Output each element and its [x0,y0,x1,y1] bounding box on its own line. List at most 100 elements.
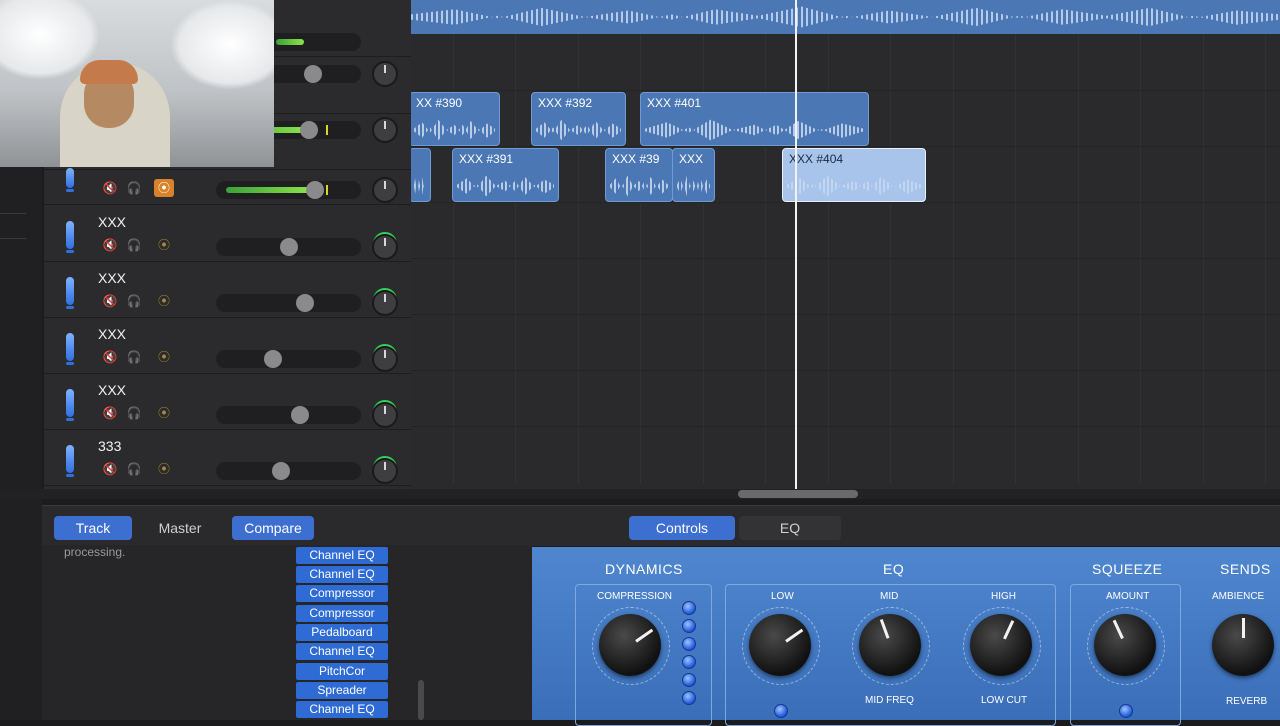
playhead[interactable] [795,0,797,489]
pan-knob[interactable] [372,402,398,428]
plugin-list-scrollbar[interactable] [418,680,424,720]
audio-region[interactable]: XXX #39 [605,148,673,202]
headphones-icon[interactable]: 🎧 [124,460,144,478]
tab-master[interactable]: Master [142,516,218,540]
eq-low-led[interactable] [774,704,788,718]
volume-slider[interactable] [216,350,361,368]
volume-slider[interactable] [216,181,361,199]
record-enable-icon[interactable]: ⦿ [154,348,174,366]
slider-thumb[interactable] [272,462,290,480]
microphone-icon [66,168,74,192]
track-header-9[interactable]: 333 🔇 🎧 ⦿ [44,429,411,486]
pan-knob[interactable] [372,346,398,372]
beanie [80,60,138,84]
record-enable-icon[interactable]: ⦿ [154,292,174,310]
plugin-slot[interactable]: Spreader [296,682,388,699]
volume-slider[interactable] [216,294,361,312]
track-name[interactable]: 333 [98,438,121,454]
light [170,0,274,90]
volume-slider[interactable] [216,462,361,480]
knob-label-low-cut: LOW CUT [981,695,1028,706]
slider-thumb[interactable] [300,121,318,139]
plugin-slot[interactable]: Channel EQ [296,566,388,583]
pan-knob[interactable] [372,458,398,484]
track-name[interactable]: XXX [98,326,126,342]
record-enable-icon[interactable]: ⦿ [154,460,174,478]
scrollbar-thumb[interactable] [738,490,858,498]
compare-button[interactable]: Compare [232,516,314,540]
track-name[interactable]: XXX [98,270,126,286]
headphones-icon[interactable]: 🎧 [124,292,144,310]
lane-divider [411,146,1280,147]
eq-mid-knob[interactable] [859,614,921,676]
tab-track[interactable]: Track [54,516,132,540]
record-enable-icon[interactable]: ⦿ [154,179,174,197]
slider-thumb[interactable] [264,350,282,368]
record-enable-icon[interactable]: ⦿ [154,404,174,422]
grid-line [890,34,891,484]
track-header-6[interactable]: XXX 🔇 🎧 ⦿ [44,261,411,318]
horizontal-scrollbar[interactable] [0,489,1280,499]
track-header-8[interactable]: XXX 🔇 🎧 ⦿ [44,373,411,430]
slider-thumb[interactable] [304,65,322,83]
tab-eq[interactable]: EQ [739,516,841,540]
tab-controls[interactable]: Controls [629,516,735,540]
grid-line [953,34,954,484]
mute-icon[interactable]: 🔇 [100,179,120,197]
tracks-timeline[interactable]: XX #390 XXX #392 XXX #401 XXX #391 XXX #… [411,0,1280,489]
track-header-7[interactable]: XXX 🔇 🎧 ⦿ [44,317,411,374]
slider-thumb[interactable] [280,238,298,256]
audio-region[interactable]: XX #390 [411,92,500,146]
plugin-slot[interactable]: Channel EQ [296,701,388,718]
headphones-icon[interactable]: 🎧 [124,348,144,366]
meter-led [682,655,696,669]
track-name[interactable]: XXX [98,214,126,230]
knob-label-high: HIGH [991,591,1016,602]
knob-label-reverb: REVERB [1226,696,1268,707]
pan-knob[interactable] [372,61,398,87]
mute-icon[interactable]: 🔇 [100,292,120,310]
plugin-slot[interactable]: Compressor [296,585,388,602]
slider-thumb[interactable] [291,406,309,424]
slider-thumb[interactable] [296,294,314,312]
eq-high-knob[interactable] [970,614,1032,676]
ambience-knob[interactable] [1212,614,1274,676]
headphones-icon[interactable]: 🎧 [124,236,144,254]
audio-region-selected[interactable]: XXX #404 [782,148,926,202]
waveform [610,175,668,197]
audio-region[interactable]: XXX #392 [531,92,626,146]
plugin-slot[interactable]: Channel EQ [296,643,388,660]
pan-knob[interactable] [372,290,398,316]
track-header-5[interactable]: XXX 🔇 🎧 ⦿ [44,205,411,262]
track-name[interactable]: XXX [98,382,126,398]
pan-knob[interactable] [372,177,398,203]
mute-icon[interactable]: 🔇 [100,404,120,422]
meter-led [682,601,696,615]
volume-slider[interactable] [216,238,361,256]
headphones-icon[interactable]: 🎧 [124,179,144,197]
audio-region[interactable] [411,148,431,202]
volume-slider[interactable] [216,406,361,424]
audio-region[interactable]: XXX #401 [640,92,869,146]
plugin-slot[interactable]: Pedalboard [296,624,388,641]
pan-knob[interactable] [372,117,398,143]
slider-thumb[interactable] [306,181,324,199]
squeeze-led[interactable] [1119,704,1133,718]
mute-icon[interactable]: 🔇 [100,460,120,478]
plugin-slot[interactable]: Compressor [296,605,388,622]
record-enable-icon[interactable]: ⦿ [154,236,174,254]
headphones-icon[interactable]: 🎧 [124,404,144,422]
compression-knob[interactable] [599,614,661,676]
mute-icon[interactable]: 🔇 [100,348,120,366]
squeeze-amount-knob[interactable] [1094,614,1156,676]
audio-region[interactable]: XXX #391 [452,148,559,202]
sidebar-handle[interactable] [0,213,26,239]
pan-knob[interactable] [372,234,398,260]
knob-label-low: LOW [771,591,794,602]
audio-region[interactable]: XXX [672,148,715,202]
eq-low-knob[interactable] [749,614,811,676]
mute-icon[interactable]: 🔇 [100,236,120,254]
plugin-slot[interactable]: PitchCor [296,663,388,680]
audio-region-top[interactable] [411,0,1280,34]
plugin-slot[interactable]: Channel EQ [296,547,388,564]
